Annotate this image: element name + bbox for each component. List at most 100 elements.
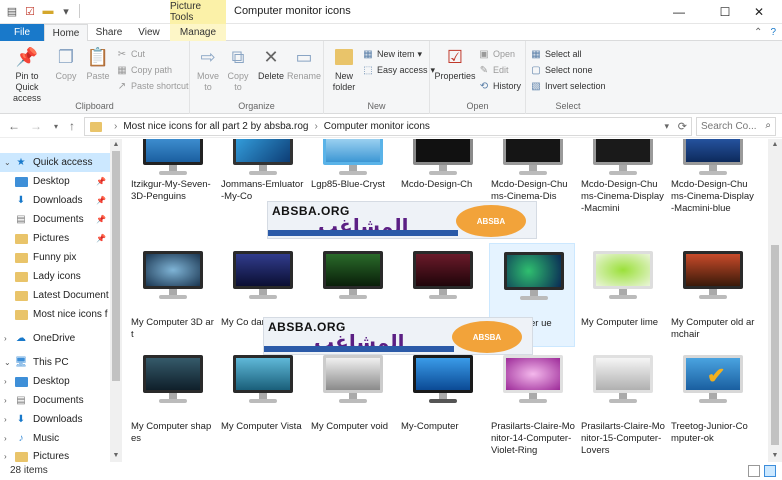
new-folder-icon[interactable]: ▬: [40, 3, 56, 19]
nav-item-pictures[interactable]: Pictures 📌: [0, 229, 110, 248]
details-view-icon[interactable]: [748, 465, 760, 477]
scroll-up-icon[interactable]: ▲: [768, 139, 782, 151]
nav-item-desktop[interactable]: Desktop 📌: [0, 172, 110, 191]
file-item[interactable]: My Computer lime: [579, 243, 665, 347]
pictures-folder-icon: [14, 451, 28, 463]
tab-home[interactable]: Home: [44, 24, 88, 42]
paste-shortcut-button[interactable]: ↗ Paste shortcut: [116, 78, 189, 94]
file-item[interactable]: My Computer old armchair: [669, 243, 755, 347]
copy-to-label: Copy to: [227, 71, 249, 92]
scroll-down-icon[interactable]: ▼: [110, 450, 122, 462]
file-item[interactable]: My Computer Vista: [219, 349, 305, 453]
properties-icon[interactable]: ▤: [4, 3, 20, 19]
file-list: Itzikgur-My-Seven-3D-Penguins Jommans-Em…: [123, 139, 768, 462]
nav-item-funny-pix[interactable]: Funny pix: [0, 248, 110, 267]
file-item[interactable]: My Computer 3D art: [129, 243, 215, 347]
scrollbar-thumb[interactable]: [771, 245, 779, 445]
nav-item-pc-music[interactable]: › ♪ Music: [0, 429, 110, 448]
nav-item-pc-downloads[interactable]: › ⬇ Downloads: [0, 410, 110, 429]
chevron-right-icon: ›: [4, 415, 7, 424]
up-arrow-icon[interactable]: ↑: [64, 118, 80, 134]
large-icons-view-icon[interactable]: [764, 465, 776, 477]
properties-label: Properties: [434, 71, 476, 81]
music-folder-icon: ♪: [18, 433, 24, 444]
file-item[interactable]: ✔ Treetog-Junior-Computer-ok: [669, 349, 755, 453]
tab-file[interactable]: File: [0, 24, 44, 41]
nav-item-latest-document[interactable]: Latest Document: [0, 286, 110, 305]
copy-button[interactable]: ❐ Copy: [52, 45, 80, 82]
nav-item-quick-access[interactable]: ⌄ ★ Quick access: [0, 153, 110, 172]
easy-access-button[interactable]: ⬚ Easy access ▾: [362, 62, 435, 78]
breadcrumb-parent[interactable]: Most nice icons for all part 2 by absba.…: [123, 121, 308, 132]
file-list-scrollbar[interactable]: ▲ ▼: [768, 139, 782, 462]
new-folder-button[interactable]: New folder: [328, 45, 360, 93]
file-item[interactable]: Prasilarts-Claire-Monitor-15-Computer-Lo…: [579, 349, 665, 456]
nav-item-most-nice-icons[interactable]: Most nice icons f: [0, 305, 110, 324]
desktop-folder-icon: [14, 376, 28, 388]
pin-quick-access-button[interactable]: 📌 Pin to Quick access: [4, 45, 50, 104]
pin-icon[interactable]: 📌: [96, 196, 106, 205]
scroll-up-icon[interactable]: ▲: [110, 139, 122, 151]
address-dropdown-icon[interactable]: ▾: [664, 121, 669, 132]
rename-button[interactable]: ▭ Rename: [287, 45, 321, 82]
refresh-icon[interactable]: ⟳: [678, 120, 687, 133]
folder-icon: [14, 290, 28, 302]
properties-button[interactable]: ☑ Properties: [434, 45, 476, 82]
file-item[interactable]: Mcdo-Design-Chums-Cinema-Display-Macmini…: [669, 139, 755, 229]
tab-share[interactable]: Share: [92, 24, 126, 41]
select-none-button[interactable]: ▢ Select none: [530, 62, 592, 78]
select-all-button[interactable]: ▦ Select all: [530, 46, 581, 62]
copy-path-button[interactable]: ▦ Copy path: [116, 62, 172, 78]
history-button[interactable]: ⟲ History: [478, 78, 521, 94]
pin-icon[interactable]: 📌: [96, 177, 106, 186]
customize-icon[interactable]: ▾: [58, 3, 74, 19]
clipboard-group: 📌 Pin to Quick access ❐ Copy 📋 Paste ✂ C…: [0, 41, 190, 114]
search-input[interactable]: Search Co... ⌕: [696, 117, 776, 136]
open-button[interactable]: ▣ Open: [478, 46, 515, 62]
cut-button[interactable]: ✂ Cut: [116, 46, 145, 62]
new-item-button[interactable]: ▦ New item ▾: [362, 46, 422, 62]
back-arrow-icon[interactable]: ←: [6, 118, 22, 134]
penguins-monitor-thumbnail: [141, 139, 205, 177]
nav-item-downloads[interactable]: ⬇ Downloads 📌: [0, 191, 110, 210]
tab-manage[interactable]: Manage: [170, 24, 226, 41]
file-item[interactable]: My Computer shapes: [129, 349, 215, 453]
nav-item-pc-desktop[interactable]: › Desktop: [0, 372, 110, 391]
nav-item-pc-documents[interactable]: › ▤ Documents: [0, 391, 110, 410]
nav-item-documents[interactable]: ▤ Documents 📌: [0, 210, 110, 229]
address-bar[interactable]: › Most nice icons for all part 2 by absb…: [84, 117, 692, 136]
pin-icon[interactable]: 📌: [96, 234, 106, 243]
nav-item-this-pc[interactable]: ⌄ 🖥 This PC: [0, 353, 110, 372]
star-icon: ★: [16, 157, 26, 168]
new-group-label: New: [367, 101, 386, 111]
breadcrumb-current[interactable]: Computer monitor icons: [324, 121, 430, 132]
scroll-down-icon[interactable]: ▼: [768, 450, 782, 462]
tab-view[interactable]: View: [134, 24, 164, 41]
pin-icon[interactable]: 📌: [96, 215, 106, 224]
paste-button[interactable]: 📋 Paste: [84, 45, 112, 82]
recent-locations-icon[interactable]: ▾: [48, 118, 64, 134]
copy-to-button[interactable]: ⧉ Copy to: [224, 45, 252, 93]
file-item[interactable]: Prasilarts-Claire-Monitor-14-Computer-Vi…: [489, 349, 575, 456]
search-placeholder: Search Co...: [701, 121, 757, 132]
nav-item-lady-icons[interactable]: Lady icons: [0, 267, 110, 286]
forward-arrow-icon[interactable]: →: [28, 118, 44, 134]
scrollbar-thumb[interactable]: [112, 151, 120, 381]
new-group: New folder ▦ New item ▾ ⬚ Easy access ▾ …: [324, 41, 435, 114]
checkmark-icon: ✔: [707, 363, 726, 388]
file-item[interactable]: Itzikgur-My-Seven-3D-Penguins: [129, 139, 215, 229]
nav-pane-scrollbar[interactable]: ▲ ▼: [110, 139, 122, 462]
file-item[interactable]: My Computer void: [309, 349, 395, 453]
move-to-button[interactable]: ⇨ Move to: [194, 45, 222, 93]
delete-button[interactable]: ✕ Delete: [256, 45, 286, 82]
file-item[interactable]: My-Computer: [399, 349, 485, 453]
invert-selection-button[interactable]: ▧ Invert selection: [530, 78, 605, 94]
help-icon[interactable]: ?: [770, 27, 776, 38]
minimize-button[interactable]: —: [656, 0, 702, 24]
file-item[interactable]: Mcdo-Design-Chums-Cinema-Display-Macmini: [579, 139, 665, 229]
close-button[interactable]: ✕: [736, 0, 782, 24]
checkmark-icon[interactable]: ☑: [22, 3, 38, 19]
edit-button[interactable]: ✎ Edit: [478, 62, 509, 78]
collapse-ribbon-icon[interactable]: ⌃: [754, 27, 762, 38]
nav-item-onedrive[interactable]: › ☁ OneDrive: [0, 329, 110, 348]
